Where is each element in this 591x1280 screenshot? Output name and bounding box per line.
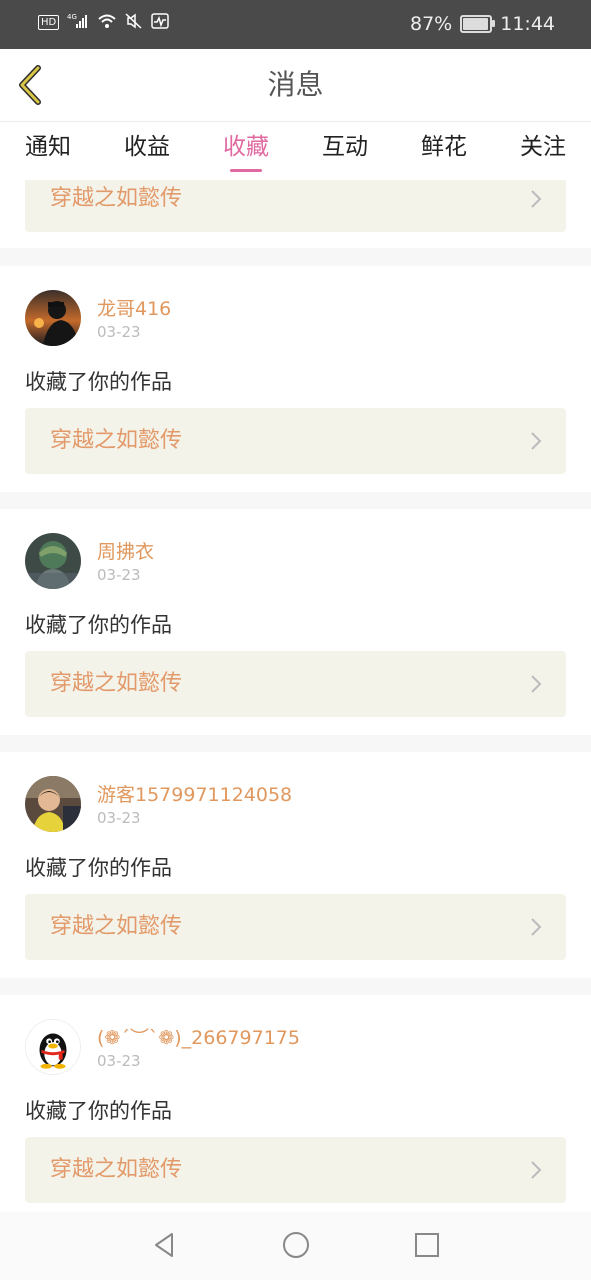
username[interactable]: 游客1579971124058 — [97, 780, 292, 807]
battery-icon — [460, 15, 496, 33]
avatar[interactable] — [25, 533, 81, 589]
favorites-list[interactable]: 穿越之如懿传 龙哥416 03-23 收藏了你的作品 穿越之如懿传 周拂衣 03… — [0, 180, 591, 1212]
avatar[interactable] — [25, 1019, 81, 1075]
nav-home-icon[interactable] — [281, 1230, 311, 1260]
date: 03-23 — [97, 323, 141, 341]
work-link[interactable]: 穿越之如懿传 — [25, 1137, 566, 1203]
tab-flowers[interactable]: 鲜花 — [416, 122, 472, 180]
chevron-right-icon — [531, 1161, 542, 1179]
work-link[interactable]: 穿越之如懿传 — [25, 894, 566, 960]
tab-notifications[interactable]: 通知 — [20, 122, 76, 180]
tab-favorites[interactable]: 收藏 — [218, 122, 274, 180]
username[interactable]: 龙哥416 — [97, 294, 171, 321]
chevron-right-icon — [531, 432, 542, 450]
battery-percent: 87% — [410, 13, 453, 35]
username[interactable]: (❁´︶`❁)_266797175 — [97, 1023, 300, 1050]
avatar[interactable] — [25, 776, 81, 832]
list-item: 龙哥416 03-23 收藏了你的作品 穿越之如懿传 — [0, 266, 591, 492]
work-title: 穿越之如懿传 — [50, 186, 183, 211]
tab-bar: 通知 收益 收藏 互动 鲜花 关注 — [0, 122, 591, 180]
tab-label: 鲜花 — [421, 134, 467, 160]
list-item: 周拂衣 03-23 收藏了你的作品 穿越之如懿传 — [0, 509, 591, 735]
tab-label: 互动 — [322, 134, 368, 160]
mute-icon — [125, 13, 143, 32]
tab-interactions[interactable]: 互动 — [317, 122, 373, 180]
work-link[interactable]: 穿越之如懿传 — [25, 651, 566, 717]
svg-text:4G: 4G — [67, 13, 77, 21]
date: 03-23 — [97, 1052, 141, 1070]
tab-label: 收藏 — [223, 134, 269, 160]
tab-label: 关注 — [520, 134, 566, 160]
wifi-icon — [97, 13, 117, 32]
avatar[interactable] — [25, 290, 81, 346]
header: 消息 — [0, 49, 591, 122]
action-text: 收藏了你的作品 — [25, 856, 172, 880]
chevron-right-icon — [531, 675, 542, 693]
work-title: 穿越之如懿传 — [50, 428, 183, 453]
tab-follows[interactable]: 关注 — [515, 122, 571, 180]
chevron-right-icon — [531, 918, 542, 936]
tab-label: 收益 — [124, 134, 170, 160]
tab-earnings[interactable]: 收益 — [119, 122, 175, 180]
battery-level — [463, 18, 488, 30]
hd-icon: HD — [38, 15, 60, 30]
system-nav-bar — [0, 1212, 591, 1280]
nav-recents-icon[interactable] — [412, 1230, 442, 1260]
date: 03-23 — [97, 566, 141, 584]
list-item-partial: 穿越之如懿传 — [0, 180, 591, 248]
clock: 11:44 — [500, 13, 555, 35]
status-icons-left: HD 4G — [38, 13, 169, 32]
page-title: 消息 — [267, 68, 324, 101]
status-bar: HD 4G 87% 11:44 — [0, 0, 591, 49]
list-item: 游客1579971124058 03-23 收藏了你的作品 穿越之如懿传 — [0, 752, 591, 978]
signal-icon: 4G — [67, 13, 89, 32]
action-text: 收藏了你的作品 — [25, 370, 172, 394]
work-link[interactable]: 穿越之如懿传 — [25, 408, 566, 474]
action-text: 收藏了你的作品 — [25, 1099, 172, 1123]
active-tab-indicator — [230, 169, 262, 172]
nav-back-icon[interactable] — [150, 1230, 180, 1260]
list-item: (❁´︶`❁)_266797175 03-23 收藏了你的作品 穿越之如懿传 — [0, 995, 591, 1212]
work-link[interactable]: 穿越之如懿传 — [25, 180, 566, 232]
username[interactable]: 周拂衣 — [97, 537, 154, 564]
tab-label: 通知 — [25, 134, 71, 160]
chevron-right-icon — [531, 190, 542, 208]
work-title: 穿越之如懿传 — [50, 914, 183, 939]
action-text: 收藏了你的作品 — [25, 613, 172, 637]
date: 03-23 — [97, 809, 141, 827]
activity-icon — [151, 13, 169, 32]
status-icons-right: 87% 11:44 — [410, 13, 555, 35]
work-title: 穿越之如懿传 — [50, 1157, 183, 1182]
penguin-icon — [26, 1020, 80, 1074]
work-title: 穿越之如懿传 — [50, 671, 183, 696]
